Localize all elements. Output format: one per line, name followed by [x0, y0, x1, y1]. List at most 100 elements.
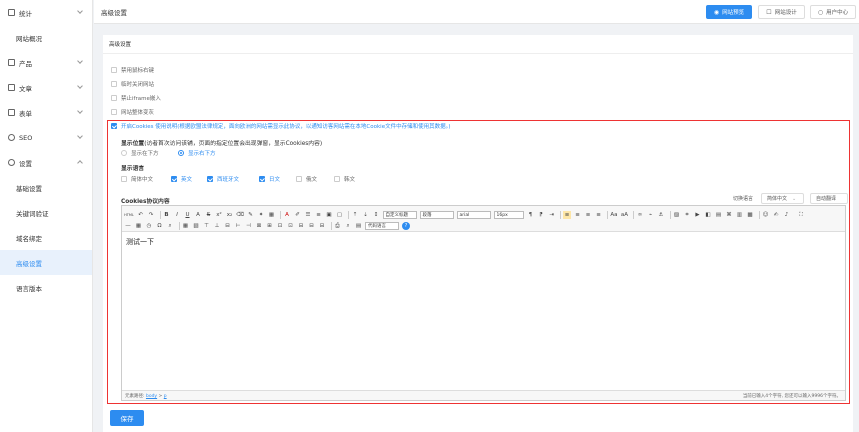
code-language-select[interactable]: 代码语言 — [365, 221, 399, 230]
auto-translate-button[interactable]: 自动翻译 — [810, 193, 848, 204]
insert-frame-icon[interactable]: ▤ — [715, 211, 723, 219]
sidebar-item-domain-binding[interactable]: 域名绑定 — [0, 225, 92, 250]
italic-icon[interactable]: I — [173, 211, 181, 219]
ordered-list-icon[interactable]: ☰ — [304, 211, 312, 219]
undo-icon[interactable]: ↶ — [137, 211, 145, 219]
font-size-select[interactable]: 16px — [493, 210, 524, 219]
sidebar-item-advanced-settings[interactable]: 高级设置 — [0, 250, 92, 275]
split-cols-icon[interactable]: ⊟ — [318, 222, 326, 230]
search-replace-icon[interactable]: ⌕ — [166, 222, 174, 230]
html-source-button[interactable]: HTML — [124, 211, 134, 219]
save-button[interactable]: 保存 — [110, 410, 144, 426]
uppercase-icon[interactable]: Aa — [610, 211, 618, 219]
redo-icon[interactable]: ↷ — [147, 211, 155, 219]
sidebar-item-basic-settings[interactable]: 基础设置 — [0, 175, 92, 200]
checkbox-checked[interactable] — [111, 123, 117, 129]
horizontal-rule-icon[interactable]: — — [124, 222, 132, 230]
indent-icon[interactable]: ⇥ — [548, 211, 556, 219]
subscript-icon[interactable]: x₂ — [226, 211, 234, 219]
font-border-icon[interactable]: A — [194, 211, 202, 219]
paragraph-select[interactable]: 段落 — [419, 210, 454, 219]
checkbox[interactable] — [111, 81, 117, 87]
time-icon[interactable]: ◷ — [145, 222, 153, 230]
delete-table-icon[interactable]: ▧ — [192, 222, 200, 230]
sidebar-item-form[interactable]: 表单 — [0, 100, 92, 125]
row-spacing-top-icon[interactable]: ⇡ — [351, 211, 359, 219]
template-icon[interactable]: ▥ — [736, 211, 744, 219]
auto-format-icon[interactable]: ✦ — [257, 211, 265, 219]
paste-plain-icon[interactable]: ▦ — [268, 211, 276, 219]
insert-row-before-icon[interactable]: ⊤ — [203, 222, 211, 230]
bold-icon[interactable]: B — [163, 211, 171, 219]
merge-down-icon[interactable]: ⊡ — [287, 222, 295, 230]
sidebar-item-seo[interactable]: SEO — [0, 125, 92, 150]
video-icon[interactable]: ▶ — [694, 211, 702, 219]
align-right-icon[interactable]: ≡ — [584, 211, 592, 219]
checkbox-checked[interactable] — [259, 176, 265, 182]
checkbox[interactable] — [121, 176, 127, 182]
special-chars-icon[interactable]: Ω — [156, 222, 164, 230]
fullscreen-icon[interactable]: ⛶ — [797, 211, 805, 219]
row-spacing-bottom-icon[interactable]: ⇣ — [362, 211, 370, 219]
merge-cells-icon[interactable]: ⊞ — [266, 222, 274, 230]
option-disable-right-click[interactable]: 禁用鼠标右键 — [111, 66, 154, 74]
lang-option-en[interactable]: 英文 — [171, 175, 192, 183]
date-icon[interactable]: ▦ — [135, 222, 143, 230]
line-height-icon[interactable]: ↕ — [372, 211, 380, 219]
rtl-icon[interactable]: ⁋ — [537, 211, 545, 219]
lang-option-es[interactable]: 西班牙文 — [207, 175, 239, 183]
checkbox[interactable] — [111, 67, 117, 73]
scrawl-icon[interactable]: ✍ — [772, 211, 780, 219]
background-icon[interactable]: ▩ — [746, 211, 754, 219]
select-all-icon[interactable]: ▣ — [325, 211, 333, 219]
anchor-icon[interactable]: ⚓ — [657, 211, 665, 219]
highlight-icon[interactable]: ✐ — [294, 211, 302, 219]
option-block-iframe[interactable]: 禁止iframe嵌入 — [111, 94, 161, 102]
map-icon[interactable]: ◧ — [704, 211, 712, 219]
radio[interactable] — [121, 150, 127, 156]
site-preview-button[interactable]: ◉ 网站预览 — [706, 5, 752, 19]
lang-option-zh[interactable]: 简体中文 — [121, 175, 153, 183]
drafts-icon[interactable]: ▤ — [355, 222, 363, 230]
image-icon[interactable]: ▨ — [673, 211, 681, 219]
option-enable-cookies[interactable]: 开启Cookies 使用说明(根据欧盟法律规定，面向欧洲的网站需显示此协议，以通… — [111, 122, 451, 130]
switch-language-select[interactable]: 简体中文 ⌄ — [761, 193, 804, 204]
sidebar-item-keyword-verify[interactable]: 关键词验证 — [0, 200, 92, 225]
sidebar-item-language-version[interactable]: 语言版本 — [0, 275, 92, 300]
unordered-list-icon[interactable]: ≡ — [315, 211, 323, 219]
option-grayscale[interactable]: 网站整体变灰 — [111, 108, 154, 116]
merge-right-icon[interactable]: ⊡ — [276, 222, 284, 230]
unlink-icon[interactable]: ⌁ — [647, 211, 655, 219]
lang-option-ja[interactable]: 日文 — [259, 175, 280, 183]
lowercase-icon[interactable]: aA — [621, 211, 629, 219]
underline-icon[interactable]: U — [184, 211, 192, 219]
lang-option-ru[interactable]: 俄文 — [296, 175, 317, 183]
radio-selected[interactable] — [178, 150, 184, 156]
path-p-link[interactable]: p — [164, 394, 167, 399]
lang-option-ko[interactable]: 韩文 — [334, 175, 355, 183]
preview-icon[interactable]: ⌕ — [344, 222, 352, 230]
align-left-icon[interactable]: ≡ — [563, 210, 571, 219]
checkbox[interactable] — [111, 109, 117, 115]
emotion-icon[interactable]: ☺ — [762, 211, 770, 219]
link-icon[interactable]: ∞ — [636, 211, 644, 219]
attachment-icon[interactable]: ⌗ — [683, 211, 691, 219]
insert-col-before-icon[interactable]: ⊢ — [234, 222, 242, 230]
font-color-icon[interactable]: A — [283, 211, 291, 219]
insert-col-after-icon[interactable]: ⊣ — [245, 222, 253, 230]
sidebar-item-overview[interactable]: 网站概况 — [0, 25, 92, 50]
custom-title-select[interactable]: 自定义标题 — [382, 210, 417, 219]
code-icon[interactable]: ⌘ — [725, 211, 733, 219]
print-icon[interactable]: ⎙ — [334, 222, 342, 230]
music-icon[interactable]: ♪ — [783, 211, 791, 219]
split-cells-icon[interactable]: ⊟ — [297, 222, 305, 230]
insert-table-icon[interactable]: ▦ — [182, 222, 190, 230]
eraser-icon[interactable]: ⌫ — [236, 211, 244, 219]
position-option-bottom[interactable]: 显示在下方 — [121, 149, 159, 157]
delete-row-icon[interactable]: ⊟ — [224, 222, 232, 230]
option-close-site[interactable]: 临时关闭网站 — [111, 80, 154, 88]
checkbox-checked[interactable] — [207, 176, 213, 182]
position-option-bottom-right[interactable]: 显示右下方 — [178, 149, 216, 157]
checkbox[interactable] — [296, 176, 302, 182]
checkbox[interactable] — [111, 95, 117, 101]
